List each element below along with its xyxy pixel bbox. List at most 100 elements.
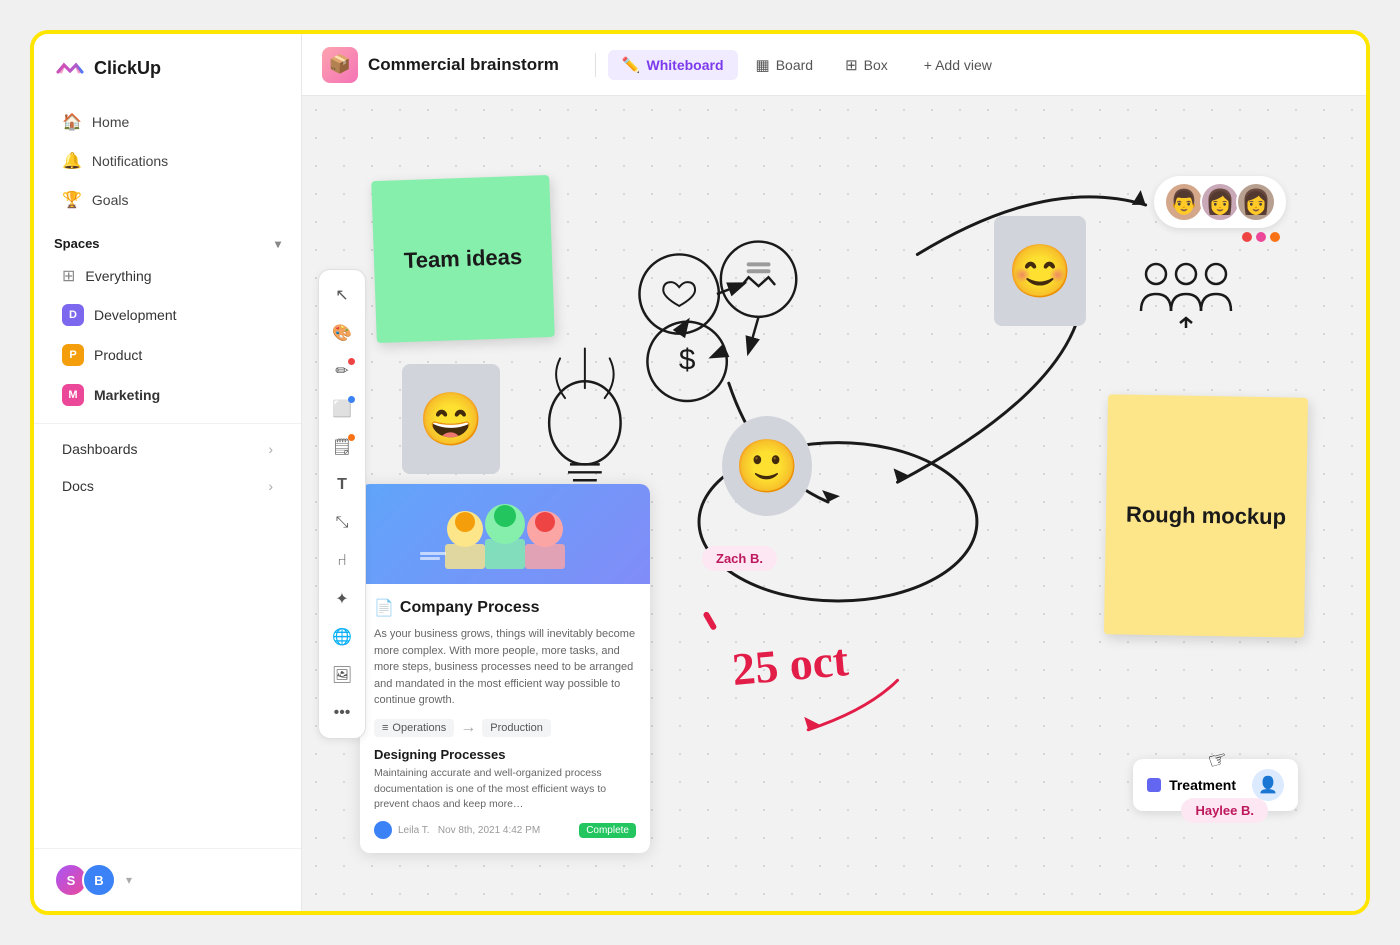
collaborator-3: 👩 xyxy=(1236,182,1276,222)
text-icon: T xyxy=(337,476,347,494)
sidebar-item-everything[interactable]: ⊞ Everything xyxy=(42,258,293,294)
people-icon xyxy=(1136,256,1236,341)
docs-label: Docs xyxy=(62,478,94,494)
sticky-green-text: Team ideas xyxy=(403,244,522,274)
cursor-icon: ↖ xyxy=(335,285,348,305)
doc-section-title: Designing Processes xyxy=(374,747,636,762)
logo[interactable]: ClickUp xyxy=(34,34,301,98)
pencil-dot xyxy=(348,358,355,365)
sidebar: ClickUp 🏠 Home 🔔 Notifications 🏆 Goals S… xyxy=(34,34,302,911)
person-photo-woman1: 😊 xyxy=(994,216,1086,326)
avatar-b: B xyxy=(82,863,116,897)
chevron-down-icon: ▾ xyxy=(275,237,281,251)
sidebar-item-notifications[interactable]: 🔔 Notifications xyxy=(42,142,293,180)
sticky-yellow-text: Rough mockup xyxy=(1126,502,1287,531)
add-view-label: + Add view xyxy=(924,57,992,73)
palette-tool[interactable]: 🎨 xyxy=(325,316,359,350)
sparkle-tool[interactable]: ✦ xyxy=(325,582,359,616)
topbar-tabs: ✏️ Whiteboard ▦ Board ⊞ Box + Add view xyxy=(608,50,1006,80)
dashboards-label: Dashboards xyxy=(62,441,138,457)
whiteboard-tab-icon: ✏️ xyxy=(622,56,641,74)
people-svg xyxy=(1136,256,1236,336)
project-icon: 📦 xyxy=(322,47,358,83)
doc-footer-avatar xyxy=(374,821,392,839)
sticky-note-team-ideas[interactable]: Team ideas xyxy=(371,175,555,343)
add-view-button[interactable]: + Add view xyxy=(910,51,1006,79)
more-icon: ••• xyxy=(334,704,351,722)
topbar: 📦 Commercial brainstorm ✏️ Whiteboard ▦ … xyxy=(302,34,1366,96)
note-dot xyxy=(348,434,355,441)
left-toolbar: ↖ 🎨 ✏ ⬜ 🗒 T ⤡ ⑁ ✦ 🌐 🖼 xyxy=(318,269,366,739)
user-badge-haylee: Haylee B. xyxy=(1181,798,1268,823)
product-dot: P xyxy=(62,344,84,366)
doc-card-header xyxy=(360,484,650,584)
tab-board-label: Board xyxy=(776,57,813,73)
sticky-note-rough-mockup[interactable]: Rough mockup xyxy=(1104,394,1308,637)
sidebar-item-docs[interactable]: Docs › xyxy=(42,468,293,504)
tab-board[interactable]: ▦ Board xyxy=(742,50,828,80)
doc-card-title: 📄 Company Process xyxy=(374,598,636,618)
pencil-tool[interactable]: ✏ xyxy=(325,354,359,388)
treatment-avatar: 👤 xyxy=(1252,769,1284,801)
doc-tag-operations: ≡ Operations xyxy=(374,719,454,737)
arrow-right-icon: → xyxy=(460,719,476,737)
tab-whiteboard[interactable]: ✏️ Whiteboard xyxy=(608,50,738,80)
sidebar-item-goals[interactable]: 🏆 Goals xyxy=(42,181,293,219)
sidebar-item-marketing[interactable]: M Marketing xyxy=(42,376,293,414)
collaborator-2: 👩 xyxy=(1200,182,1240,222)
doc-tag-production: Production xyxy=(482,719,551,737)
doc-card-description: As your business grows, things will inev… xyxy=(374,626,636,709)
whiteboard-canvas[interactable]: ↖ 🎨 ✏ ⬜ 🗒 T ⤡ ⑁ ✦ 🌐 🖼 xyxy=(302,96,1366,911)
share-tool[interactable]: ⑁ xyxy=(325,544,359,578)
chevron-right-icon: › xyxy=(268,478,273,494)
sidebar-item-everything-label: Everything xyxy=(85,268,151,284)
dot-orange xyxy=(1270,232,1280,242)
sidebar-item-home-label: Home xyxy=(92,114,129,130)
sidebar-item-development[interactable]: D Development xyxy=(42,296,293,334)
rect-tool[interactable]: ⬜ xyxy=(325,392,359,426)
collaborator-dots xyxy=(1242,232,1286,242)
doc-footer-meta: Leila T. Nov 8th, 2021 4:42 PM xyxy=(398,825,540,836)
cursor-tool[interactable]: ↖ xyxy=(325,278,359,312)
document-card[interactable]: 📄 Company Process As your business grows… xyxy=(360,484,650,853)
sidebar-item-development-label: Development xyxy=(94,307,177,323)
rect-dot xyxy=(348,396,355,403)
text-tool[interactable]: T xyxy=(325,468,359,502)
chevron-right-icon: › xyxy=(268,441,273,457)
board-tab-icon: ▦ xyxy=(756,56,770,74)
doc-icon: 📄 xyxy=(374,598,394,618)
list-icon: ≡ xyxy=(382,722,388,734)
home-icon: 🏠 xyxy=(62,112,82,132)
globe-icon: 🌐 xyxy=(332,627,352,647)
main-content: 📦 Commercial brainstorm ✏️ Whiteboard ▦ … xyxy=(302,34,1366,911)
transform-tool[interactable]: ⤡ xyxy=(325,506,359,540)
image-tool[interactable]: 🖼 xyxy=(325,658,359,692)
avatar-chevron-icon[interactable]: ▾ xyxy=(126,873,132,887)
transform-icon: ⤡ xyxy=(336,514,349,532)
doc-complete-badge: Complete xyxy=(579,823,636,838)
topbar-divider xyxy=(595,53,596,77)
bell-icon: 🔔 xyxy=(62,151,82,171)
development-dot: D xyxy=(62,304,84,326)
more-tool[interactable]: ••• xyxy=(325,696,359,730)
sidebar-item-product[interactable]: P Product xyxy=(42,336,293,374)
palette-icon: 🎨 xyxy=(332,323,352,343)
date-annotation: 25 oct xyxy=(730,633,850,696)
globe-tool[interactable]: 🌐 xyxy=(325,620,359,654)
person-photo-woman2: 🙂 xyxy=(722,416,812,516)
sparkle-icon: ✦ xyxy=(335,589,348,609)
user-badge-zach: Zach B. xyxy=(702,546,777,571)
sidebar-nav: 🏠 Home 🔔 Notifications 🏆 Goals xyxy=(34,98,301,224)
tab-box[interactable]: ⊞ Box xyxy=(831,50,902,80)
note-tool[interactable]: 🗒 xyxy=(325,430,359,464)
person-photo-man: 😄 xyxy=(402,364,500,474)
pencil-icon: ✏ xyxy=(335,361,348,381)
share-icon: ⑁ xyxy=(337,552,347,570)
spaces-section-header[interactable]: Spaces ▾ xyxy=(34,224,301,257)
sidebar-item-home[interactable]: 🏠 Home xyxy=(42,103,293,141)
collaborator-avatars: 👨 👩 👩 xyxy=(1154,176,1286,228)
dot-pink xyxy=(1256,232,1266,242)
user-avatars: S B xyxy=(54,863,116,897)
sidebar-item-dashboards[interactable]: Dashboards › xyxy=(42,431,293,467)
woman2-face-icon: 🙂 xyxy=(722,416,812,516)
